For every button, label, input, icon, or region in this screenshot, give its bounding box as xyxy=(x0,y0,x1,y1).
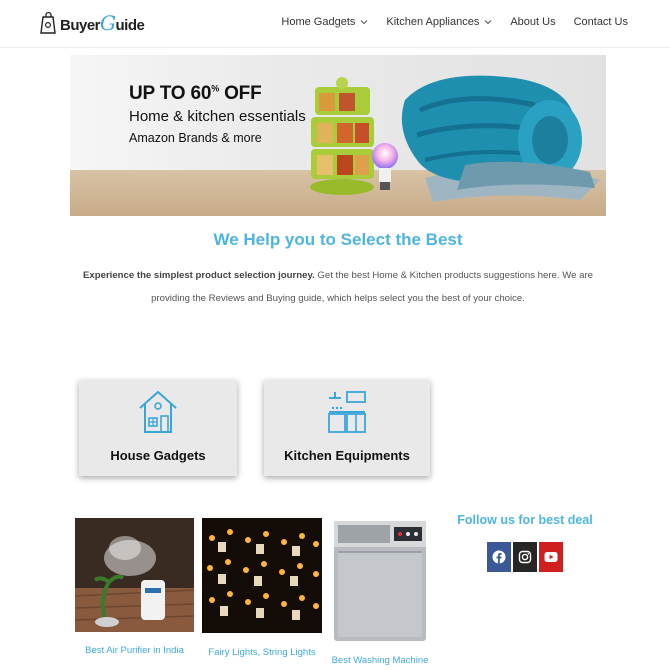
site-logo[interactable]: BuyerGuide xyxy=(40,9,145,37)
logo-text: BuyerGuide xyxy=(60,11,145,35)
banner-subtitle: Home & kitchen essentials xyxy=(129,108,306,125)
nav-label: Kitchen Appliances xyxy=(386,16,480,28)
category-card-house-gadgets[interactable]: House Gadgets xyxy=(79,380,237,476)
category-card-kitchen-equipments[interactable]: Kitchen Equipments xyxy=(264,380,430,476)
instagram-icon xyxy=(518,550,532,564)
washing-machine-image xyxy=(334,521,426,641)
instagram-link[interactable] xyxy=(513,542,537,572)
category-label: Kitchen Equipments xyxy=(284,448,410,463)
nav-home-gadgets[interactable]: Home Gadgets xyxy=(281,16,368,28)
banner-headline-main: UP TO 60 xyxy=(129,83,212,104)
logo-text-buyer: Buyer xyxy=(60,17,101,34)
intro-bold: Experience the simplest product selectio… xyxy=(83,270,315,281)
blanket-image xyxy=(401,75,600,202)
chevron-down-icon xyxy=(360,20,368,25)
banner-headline: UP TO 60% OFF xyxy=(129,83,262,105)
section-headline: We Help you to Select the Best xyxy=(213,230,463,249)
main-nav: Home Gadgets Kitchen Appliances About Us… xyxy=(263,16,628,28)
product-image-washing-machine[interactable] xyxy=(330,515,430,645)
air-purifier-image xyxy=(75,518,194,632)
product-caption-air-purifier[interactable]: Best Air Purifier in India xyxy=(75,645,194,656)
nav-kitchen-appliances[interactable]: Kitchen Appliances xyxy=(386,16,492,28)
house-icon xyxy=(139,390,177,433)
intro-paragraph: Experience the simplest product selectio… xyxy=(70,264,606,310)
fairy-lights-image xyxy=(202,518,322,633)
logo-text-g: G xyxy=(100,11,116,35)
banner-headline-end: OFF xyxy=(219,83,262,104)
product-caption-washing-machine[interactable]: Best Washing Machine xyxy=(322,655,438,666)
facebook-icon xyxy=(492,550,506,564)
kitchen-icon xyxy=(328,391,366,433)
follow-title: Follow us for best deal xyxy=(457,513,593,527)
logo-text-uide: uide xyxy=(115,17,145,34)
site-header: BuyerGuide Home Gadgets Kitchen Applianc… xyxy=(0,0,670,48)
youtube-icon xyxy=(544,552,558,562)
logo-bag-icon xyxy=(40,11,56,34)
youtube-link[interactable] xyxy=(539,542,563,572)
banner-headline-percent: % xyxy=(211,83,219,94)
banner-tagline: Amazon Brands & more xyxy=(129,131,262,145)
product-caption-fairy-lights[interactable]: Fairy Lights, String Lights xyxy=(202,647,322,658)
chevron-down-icon xyxy=(484,20,492,25)
nav-label: Home Gadgets xyxy=(281,16,356,28)
category-label: House Gadgets xyxy=(110,448,206,463)
nav-label: Contact Us xyxy=(573,16,628,28)
nav-contact-us[interactable]: Contact Us xyxy=(574,16,628,28)
nav-label: About Us xyxy=(510,16,556,28)
product-image-air-purifier[interactable] xyxy=(75,518,194,632)
product-image-fairy-lights[interactable] xyxy=(202,518,322,633)
promo-banner[interactable]: UP TO 60% OFF Home & kitchen essentials … xyxy=(70,55,606,216)
facebook-link[interactable] xyxy=(487,542,511,572)
nav-about-us[interactable]: About Us xyxy=(510,16,555,28)
